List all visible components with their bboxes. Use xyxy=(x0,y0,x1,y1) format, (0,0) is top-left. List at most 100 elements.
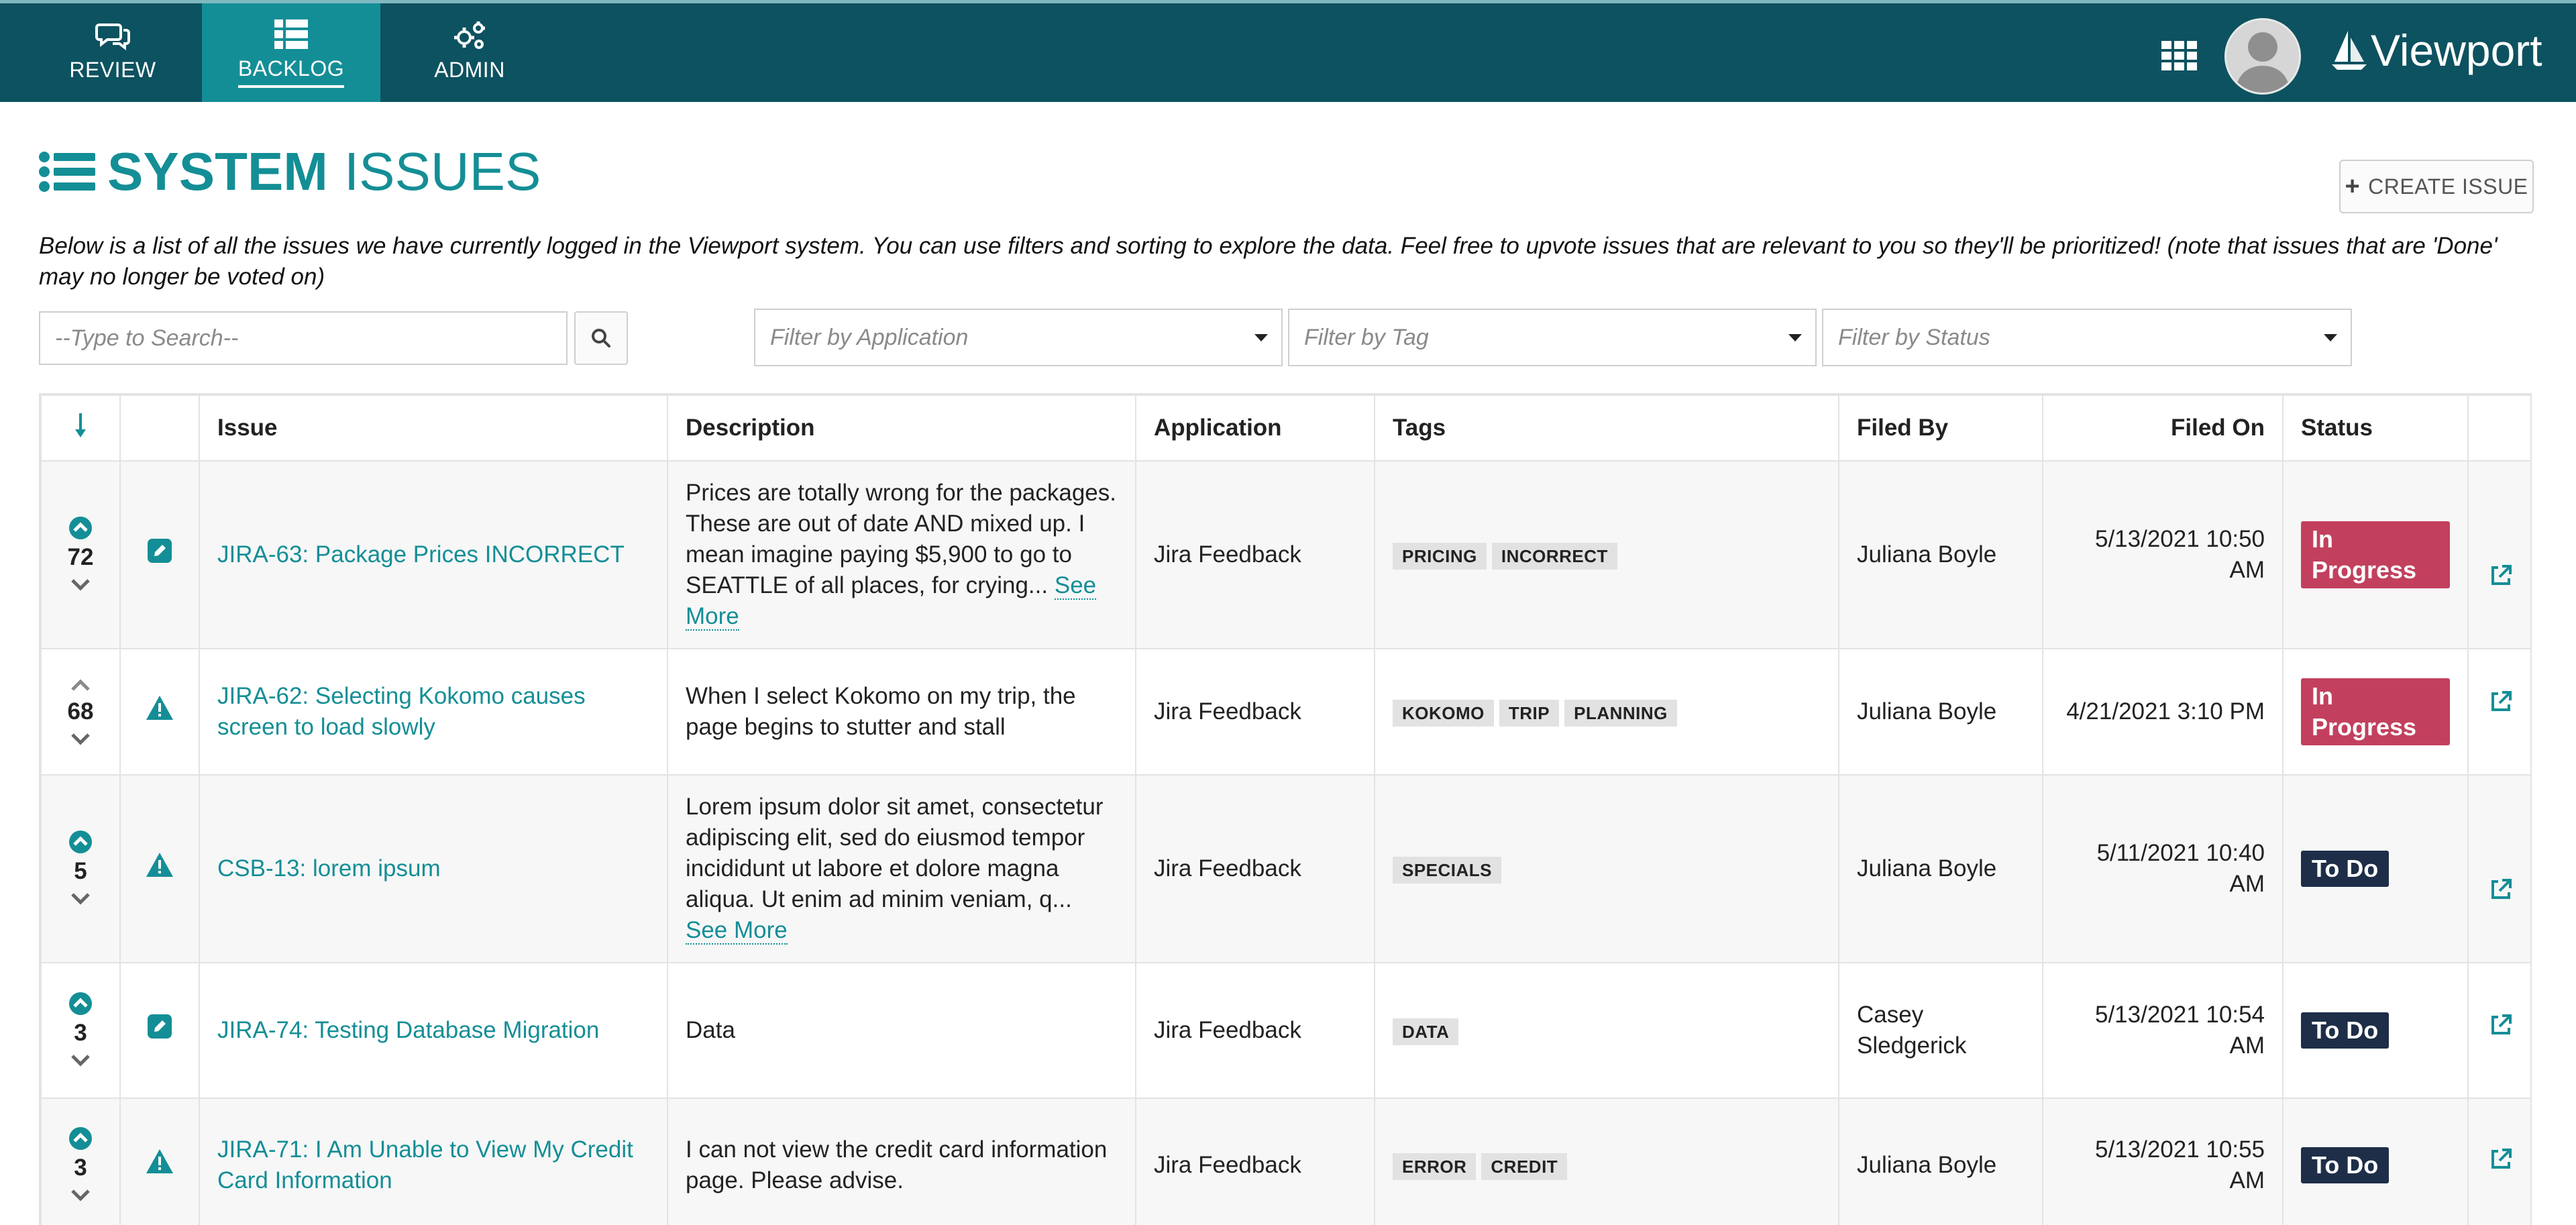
tag-badge[interactable]: CREDIT xyxy=(1481,1153,1568,1180)
filter-status-placeholder: Filter by Status xyxy=(1838,324,1990,350)
status-column-header[interactable]: Status xyxy=(2282,394,2469,462)
tag-badge[interactable]: PRICING xyxy=(1393,543,1487,570)
nav-tab-review[interactable]: REVIEW xyxy=(23,3,202,102)
description-text: Lorem ipsum dolor sit amet, consectetur … xyxy=(686,794,1104,912)
downvote-button[interactable] xyxy=(42,1050,119,1070)
table-row: 72 JIRA-63: Package Prices INCORRECT Price… xyxy=(40,460,2530,649)
brand-name: Viewport xyxy=(2371,25,2542,75)
upvote-button[interactable] xyxy=(42,675,119,695)
upvote-chevron-icon xyxy=(71,679,90,691)
open-issue-cell xyxy=(2467,774,2530,963)
application-cell: Jira Feedback xyxy=(1135,1098,1375,1225)
nav-tab-backlog[interactable]: BACKLOG xyxy=(202,3,380,102)
issue-cell: JIRA-62: Selecting Kokomo causes screen … xyxy=(199,648,668,776)
warning-icon xyxy=(146,696,173,720)
issue-type-cell xyxy=(119,962,200,1099)
issue-link[interactable]: JIRA-74: Testing Database Migration xyxy=(217,1017,599,1043)
open-issue-cell xyxy=(2467,460,2530,649)
upvote-filled-icon xyxy=(69,992,92,1015)
external-link-icon xyxy=(2491,1149,2512,1169)
filter-status-select[interactable]: Filter by Status xyxy=(1822,309,2352,366)
issue-link[interactable]: CSB-13: lorem ipsum xyxy=(217,855,441,882)
downvote-button[interactable] xyxy=(42,574,119,594)
filter-application-select[interactable]: Filter by Application xyxy=(754,309,1283,366)
tag-badge[interactable]: SPECIALS xyxy=(1393,857,1502,884)
sailboat-logo-icon xyxy=(2332,31,2367,70)
description-cell: I can not view the credit card informati… xyxy=(667,1098,1136,1225)
description-cell: Lorem ipsum dolor sit amet, consectetur … xyxy=(667,774,1136,963)
downvote-button[interactable] xyxy=(42,888,119,908)
application-column-header[interactable]: Application xyxy=(1135,394,1375,462)
upvote-filled-icon xyxy=(69,831,92,853)
upvote-button[interactable] xyxy=(42,829,119,855)
create-issue-button[interactable]: + CREATE ISSUE xyxy=(2339,160,2534,213)
upvote-button[interactable] xyxy=(42,515,119,541)
downvote-button[interactable] xyxy=(42,729,119,749)
application-cell: Jira Feedback xyxy=(1135,774,1375,963)
open-issue-link[interactable] xyxy=(2489,877,2513,962)
open-issue-link[interactable] xyxy=(2489,1013,2513,1098)
warning-icon xyxy=(146,853,173,877)
tag-badge[interactable]: ERROR xyxy=(1393,1153,1477,1180)
issue-link[interactable]: JIRA-63: Package Prices INCORRECT xyxy=(217,541,625,568)
filed-by-column-header[interactable]: Filed By xyxy=(1838,394,2043,462)
filed-by-cell: Juliana Boyle xyxy=(1838,648,2043,776)
tags-column-header[interactable]: Tags xyxy=(1374,394,1839,462)
open-issue-link[interactable] xyxy=(2489,690,2513,774)
table-row: 3 JIRA-74: Testing Database Migration Data… xyxy=(40,962,2530,1099)
vote-count: 3 xyxy=(74,1155,87,1181)
vote-cell: 68 xyxy=(40,648,121,776)
intro-text: Below is a list of all the issues we hav… xyxy=(39,233,2498,290)
open-issue-link[interactable] xyxy=(2489,564,2513,648)
tag-badge[interactable]: PLANNING xyxy=(1564,700,1677,727)
vote-count: 72 xyxy=(67,544,94,570)
issue-column-header[interactable]: Issue xyxy=(199,394,668,462)
tags-cell: DATA xyxy=(1374,962,1839,1099)
status-cell: To Do xyxy=(2282,962,2469,1099)
page-title-bold: SYSTEM xyxy=(107,142,328,201)
filed-by-cell: Juliana Boyle xyxy=(1838,1098,2043,1225)
table-row: 68 JIRA-62: Selecting Kokomo causes scree… xyxy=(40,648,2530,776)
vote-cell: 72 xyxy=(40,460,121,649)
sort-column-header[interactable] xyxy=(40,394,121,462)
downvote-button[interactable] xyxy=(42,1185,119,1205)
filed-by-cell: Juliana Boyle xyxy=(1838,460,2043,649)
nav-tab-label: ADMIN xyxy=(434,58,505,82)
search-input[interactable] xyxy=(39,311,568,365)
search-button[interactable] xyxy=(574,311,628,365)
status-badge: In Progress xyxy=(2301,521,2450,588)
vote-cell: 3 xyxy=(40,962,121,1099)
apps-grid-icon[interactable] xyxy=(2161,41,2198,74)
page-title-light: ISSUES xyxy=(343,142,541,201)
filed-on-cell: 5/13/2021 10:50 AM xyxy=(2042,460,2284,649)
status-badge: To Do xyxy=(2301,1012,2390,1049)
create-issue-label: CREATE ISSUE xyxy=(2368,174,2528,199)
filter-tag-select[interactable]: Filter by Tag xyxy=(1288,309,1817,366)
tag-badge[interactable]: KOKOMO xyxy=(1393,700,1494,727)
description-text: I can not view the credit card informati… xyxy=(686,1136,1108,1193)
tag-badge[interactable]: DATA xyxy=(1393,1018,1459,1045)
nav-tab-admin[interactable]: ADMIN xyxy=(380,3,559,102)
description-text: Prices are totally wrong for the package… xyxy=(686,480,1116,598)
issue-link[interactable]: JIRA-71: I Am Unable to View My Credit C… xyxy=(217,1136,633,1193)
vote-count: 3 xyxy=(74,1020,87,1046)
issue-cell: JIRA-74: Testing Database Migration xyxy=(199,962,668,1099)
open-issue-cell xyxy=(2467,648,2530,776)
status-badge: In Progress xyxy=(2301,678,2450,745)
description-cell: When I select Kokomo on my trip, the pag… xyxy=(667,648,1136,776)
description-column-header[interactable]: Description xyxy=(667,394,1136,462)
tag-badge[interactable]: TRIP xyxy=(1499,700,1560,727)
see-more-link[interactable]: See More xyxy=(686,917,788,945)
filed-on-column-header[interactable]: Filed On xyxy=(2042,394,2284,462)
issue-link[interactable]: JIRA-62: Selecting Kokomo causes screen … xyxy=(217,683,586,740)
tag-badge[interactable]: INCORRECT xyxy=(1491,543,1617,570)
upvote-button[interactable] xyxy=(42,991,119,1016)
user-avatar[interactable] xyxy=(2224,18,2301,95)
external-link-icon xyxy=(2491,691,2512,711)
caret-down-icon xyxy=(1788,334,1802,341)
status-cell: In Progress xyxy=(2282,460,2469,649)
open-issue-link[interactable] xyxy=(2489,1147,2513,1225)
status-cell: To Do xyxy=(2282,1098,2469,1225)
application-cell: Jira Feedback xyxy=(1135,460,1375,649)
upvote-button[interactable] xyxy=(42,1126,119,1151)
